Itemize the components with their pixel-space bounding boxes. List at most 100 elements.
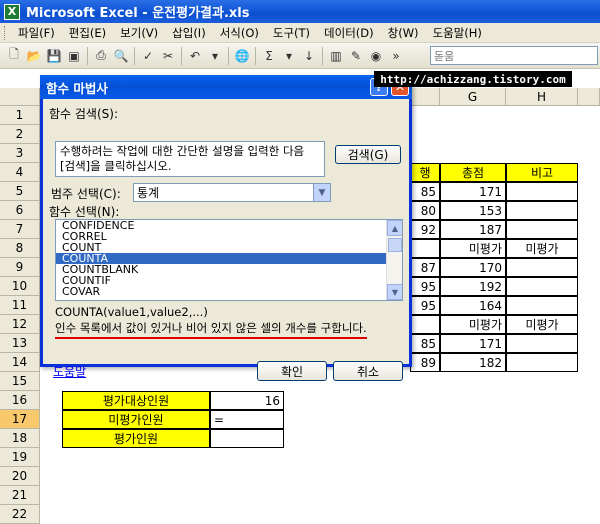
function-list-scrollbar[interactable]: ▲ ▼ <box>386 220 402 300</box>
column-header-g[interactable]: G <box>440 88 506 106</box>
remark-cell[interactable] <box>506 296 578 315</box>
row-header[interactable]: 8 <box>0 239 40 258</box>
permission-icon[interactable]: ▣ <box>64 46 84 66</box>
scroll-down-icon[interactable]: ▼ <box>387 284 402 300</box>
drawing-icon[interactable]: ✎ <box>346 46 366 66</box>
row-header[interactable]: 22 <box>0 505 40 524</box>
row-header[interactable]: 12 <box>0 315 40 334</box>
function-listbox[interactable]: CONFIDENCE CORREL COUNT COUNTA COUNTBLANK COU… <box>55 219 403 301</box>
unevaluated-count-formula[interactable]: = <box>210 410 284 429</box>
score-cell[interactable]: 89 <box>410 353 440 372</box>
column-header-h[interactable]: H <box>506 88 578 106</box>
score-cell[interactable]: 95 <box>410 277 440 296</box>
score-cell[interactable]: 87 <box>410 258 440 277</box>
score-cell[interactable] <box>410 315 440 334</box>
search-function-input[interactable]: 수행하려는 작업에 대한 간단한 설명을 입력한 다음 [검색]을 클릭하십시오… <box>55 141 325 177</box>
function-list-item[interactable]: CORREL <box>56 231 402 242</box>
row-header[interactable]: 5 <box>0 182 40 201</box>
column-header-i[interactable] <box>578 88 600 106</box>
target-count-label[interactable]: 평가대상인원 <box>62 391 210 410</box>
row-header[interactable]: 9 <box>0 258 40 277</box>
autosum-dropdown-icon[interactable]: ▾ <box>279 46 299 66</box>
menu-data[interactable]: 데이터(D) <box>317 25 381 41</box>
remark-cell[interactable] <box>506 353 578 372</box>
total-cell[interactable]: 미평가 <box>440 315 506 334</box>
toolbar-options-icon[interactable]: » <box>386 46 406 66</box>
column-header-f[interactable] <box>410 88 440 106</box>
menu-file[interactable]: 파일(F) <box>11 25 62 41</box>
sort-ascending-icon[interactable]: ↓ <box>299 46 319 66</box>
menu-help[interactable]: 도움말(H) <box>426 25 489 41</box>
row-header[interactable]: 11 <box>0 296 40 315</box>
cut-icon[interactable]: ✂ <box>158 46 178 66</box>
total-cell[interactable]: 164 <box>440 296 506 315</box>
row-header[interactable]: 15 <box>0 372 40 391</box>
hyperlink-icon[interactable]: 🌐 <box>232 46 252 66</box>
unevaluated-count-label[interactable]: 미평가인원 <box>62 410 210 429</box>
total-cell[interactable]: 171 <box>440 182 506 201</box>
row-header[interactable]: 3 <box>0 144 40 163</box>
open-folder-icon[interactable]: 📂 <box>24 46 44 66</box>
total-cell[interactable]: 153 <box>440 201 506 220</box>
total-cell[interactable]: 170 <box>440 258 506 277</box>
menu-grip-icon[interactable] <box>4 25 7 40</box>
row-header[interactable]: 14 <box>0 353 40 372</box>
remark-cell[interactable] <box>506 220 578 239</box>
row-header[interactable]: 18 <box>0 429 40 448</box>
target-count-value[interactable]: 16 <box>210 391 284 410</box>
total-cell[interactable]: 182 <box>440 353 506 372</box>
evaluated-count-label[interactable]: 평가인원 <box>62 429 210 448</box>
print-preview-icon[interactable]: 🔍 <box>111 46 131 66</box>
function-list-item[interactable]: COUNTIF <box>56 275 402 286</box>
menu-insert[interactable]: 삽입(I) <box>165 25 213 41</box>
row-header[interactable]: 4 <box>0 163 40 182</box>
total-cell[interactable]: 187 <box>440 220 506 239</box>
excel-app-icon[interactable]: X <box>4 3 20 20</box>
scroll-up-icon[interactable]: ▲ <box>387 220 402 236</box>
header-cell-partial[interactable]: 행 <box>410 163 440 182</box>
undo-dropdown-icon[interactable]: ▾ <box>205 46 225 66</box>
score-cell[interactable]: 85 <box>410 334 440 353</box>
remark-cell[interactable]: 미평가 <box>506 239 578 258</box>
score-cell[interactable]: 95 <box>410 296 440 315</box>
autosum-icon[interactable]: Σ <box>259 46 279 66</box>
remark-cell[interactable] <box>506 182 578 201</box>
zoom-icon[interactable]: ◉ <box>366 46 386 66</box>
row-header[interactable]: 1 <box>0 106 40 125</box>
evaluated-count-value[interactable] <box>210 429 284 448</box>
row-header[interactable]: 2 <box>0 125 40 144</box>
score-cell[interactable] <box>410 239 440 258</box>
print-icon[interactable]: ⎙ <box>91 46 111 66</box>
chevron-down-icon[interactable]: ▼ <box>313 184 330 201</box>
row-header[interactable]: 13 <box>0 334 40 353</box>
total-cell[interactable]: 171 <box>440 334 506 353</box>
ok-button[interactable]: 확인 <box>257 361 327 381</box>
cancel-button[interactable]: 취소 <box>333 361 403 381</box>
menu-tools[interactable]: 도구(T) <box>266 25 317 41</box>
row-header[interactable]: 20 <box>0 467 40 486</box>
menu-view[interactable]: 보기(V) <box>113 25 165 41</box>
header-cell-total[interactable]: 총점 <box>440 163 506 182</box>
menu-format[interactable]: 서식(O) <box>213 25 266 41</box>
remark-cell[interactable]: 미평가 <box>506 315 578 334</box>
save-icon[interactable]: 💾 <box>44 46 64 66</box>
font-name-box[interactable]: 돋움 <box>430 46 598 65</box>
search-button[interactable]: 검색(G) <box>335 145 401 164</box>
row-header[interactable]: 6 <box>0 201 40 220</box>
help-link[interactable]: 도움말 <box>53 363 86 380</box>
select-all-corner[interactable] <box>0 88 40 106</box>
score-cell[interactable]: 85 <box>410 182 440 201</box>
row-header[interactable]: 7 <box>0 220 40 239</box>
total-cell[interactable]: 미평가 <box>440 239 506 258</box>
function-list-item[interactable]: COVAR <box>56 286 402 297</box>
header-cell-remark[interactable]: 비고 <box>506 163 578 182</box>
new-document-icon[interactable]: 🗋 <box>4 46 24 66</box>
score-cell[interactable]: 80 <box>410 201 440 220</box>
scroll-thumb[interactable] <box>388 238 402 252</box>
spelling-icon[interactable]: ✓ <box>138 46 158 66</box>
total-cell[interactable]: 192 <box>440 277 506 296</box>
function-list-item[interactable]: CONFIDENCE <box>56 220 402 231</box>
category-select[interactable]: 통계 ▼ <box>133 183 331 202</box>
score-cell[interactable]: 92 <box>410 220 440 239</box>
menu-edit[interactable]: 편집(E) <box>62 25 113 41</box>
